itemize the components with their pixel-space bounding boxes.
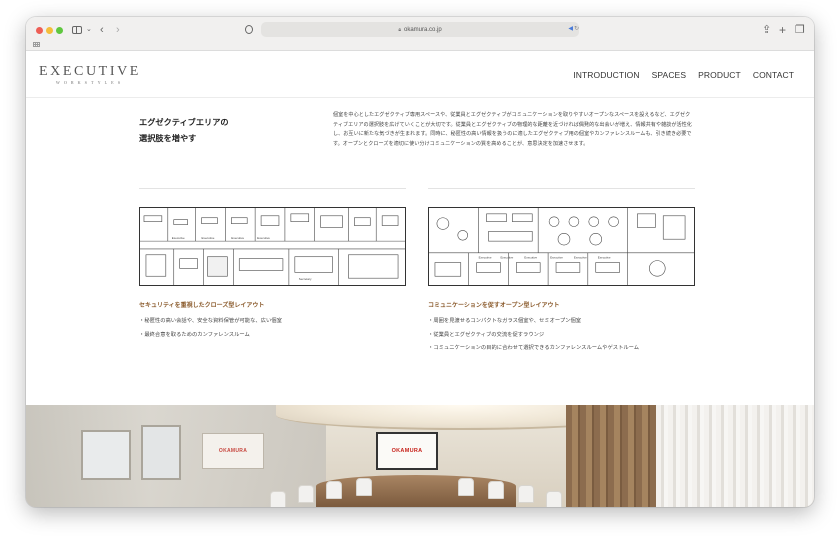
chair — [356, 478, 372, 496]
new-tab-icon[interactable]: + — [779, 22, 786, 38]
minimize-window-button[interactable] — [46, 27, 53, 34]
plan-label: Executive — [524, 256, 537, 260]
url-text: okamura.co.jp — [403, 26, 442, 33]
chair — [488, 481, 504, 499]
section-heading: エグゼクティブエリアの 選択肢を増やす — [139, 115, 229, 147]
nav-contact[interactable]: CONTACT — [753, 70, 794, 80]
chair — [458, 478, 474, 496]
closed-plan-drawing: Executive Executive Executive Executive … — [140, 208, 405, 285]
plan-label: Executive — [172, 236, 185, 240]
audio-icon[interactable]: ◀︎ — [568, 25, 573, 32]
list-item: 秘匿性の高い会話や、安全な資料保管が可能な、広い個室 — [139, 315, 282, 329]
nav-spaces[interactable]: SPACES — [652, 70, 686, 80]
tab-bar — [26, 39, 814, 51]
forward-icon[interactable]: › — [116, 22, 120, 38]
reload-icon[interactable]: ↻ — [574, 25, 579, 32]
browser-toolbar: ⌄ ‹ › 🔒︎ okamura.co.jp ◀︎ ↻ ⇪ + ❐ — [26, 17, 814, 51]
grid-icon[interactable] — [33, 42, 40, 47]
plan-label: Executive — [479, 256, 492, 260]
plan-label: Executive — [598, 256, 611, 260]
plan-label: Executive — [550, 256, 563, 260]
main-content: エグゼクティブエリアの 選択肢を増やす 個室を中心としたエグゼクティブ専用スペー… — [26, 99, 814, 405]
closed-layout-features: 秘匿性の高い会話や、安全な資料保管が可能な、広い個室 最終合意を取るためのカンフ… — [139, 315, 282, 342]
chair — [518, 485, 534, 503]
chair — [326, 481, 342, 499]
list-item: 周囲を見渡せるコンパクトなガラス個室や、セミオープン個室 — [428, 315, 639, 329]
plan-label: Executive — [257, 236, 270, 240]
list-item: 最終合意を取るためのカンファレンスルーム — [139, 329, 282, 343]
open-plan-drawing: Executive Executive Executive Executive … — [429, 208, 694, 285]
logo-sub-text: WORKSTYLES — [55, 80, 125, 85]
screen-logo-text: OKAMURA — [218, 448, 248, 454]
plan-label: Secretary — [299, 277, 312, 281]
site-header: EXECUTIVE WORKSTYLES INTRODUCTION SPACES… — [26, 51, 814, 98]
conference-table — [316, 475, 516, 507]
divider-left — [139, 188, 406, 189]
lock-icon: 🔒︎ — [398, 26, 401, 33]
main-nav: INTRODUCTION SPACES PRODUCT CONTACT — [573, 70, 794, 80]
browser-window: ⌄ ‹ › 🔒︎ okamura.co.jp ◀︎ ↻ ⇪ + ❐ EXECUT… — [26, 17, 814, 507]
chevron-down-icon[interactable]: ⌄ — [86, 22, 92, 38]
share-icon[interactable]: ⇪ — [762, 22, 771, 38]
open-layout-title: コミュニケーションを促すオープン型レイアウト — [428, 303, 560, 309]
closed-layout-floor-plan: Executive Executive Executive Executive … — [139, 207, 406, 286]
nav-product[interactable]: PRODUCT — [698, 70, 741, 80]
divider-right — [428, 188, 695, 189]
curtain — [656, 405, 814, 507]
address-bar[interactable]: 🔒︎ okamura.co.jp ◀︎ ↻ — [261, 22, 579, 37]
center-display-screen: OKAMURA — [376, 432, 438, 470]
heading-line-2: 選択肢を増やす — [139, 134, 197, 143]
plan-label: Executive — [202, 236, 215, 240]
chair — [298, 485, 314, 503]
chair — [546, 491, 562, 507]
list-item: 従業員とエグゼクティブの交流を促すラウンジ — [428, 329, 639, 343]
plan-label: Executive — [574, 256, 587, 260]
tab-overview-icon[interactable]: ❐ — [795, 22, 805, 38]
window-pane — [141, 425, 181, 480]
heading-line-1: エグゼクティブエリアの — [139, 118, 229, 127]
close-window-button[interactable] — [36, 27, 43, 34]
window-pane — [81, 430, 131, 480]
privacy-shield-icon[interactable] — [245, 25, 253, 34]
closed-layout-title: セキュリティを重視したクローズ型レイアウト — [139, 303, 265, 309]
plan-label: Executive — [500, 256, 513, 260]
logo-main-text: EXECUTIVE — [39, 64, 141, 79]
list-item: コミュニケーションの目的に合わせて選択できるカンファレンスルームやゲストルーム — [428, 342, 639, 356]
site-logo[interactable]: EXECUTIVE WORKSTYLES — [39, 64, 141, 86]
open-layout-floor-plan: Executive Executive Executive Executive … — [428, 207, 695, 286]
wood-panel-wall — [566, 405, 656, 507]
back-icon[interactable]: ‹ — [100, 22, 104, 38]
left-display-screen: OKAMURA — [202, 433, 264, 469]
chair — [270, 491, 286, 507]
sidebar-icon[interactable] — [72, 26, 82, 34]
conference-room-photo: OKAMURA OKAMURA — [26, 405, 814, 507]
open-layout-features: 周囲を見渡せるコンパクトなガラス個室や、セミオープン個室 従業員とエグゼクティブ… — [428, 315, 639, 356]
section-lead-text: 個室を中心としたエグゼクティブ専用スペースや、従業員とエグゼクティブがコミュニケ… — [333, 112, 692, 147]
nav-introduction[interactable]: INTRODUCTION — [573, 70, 639, 80]
plan-label: Executive — [231, 236, 244, 240]
screen-logo-text: OKAMURA — [391, 448, 423, 454]
zoom-window-button[interactable] — [56, 27, 63, 34]
